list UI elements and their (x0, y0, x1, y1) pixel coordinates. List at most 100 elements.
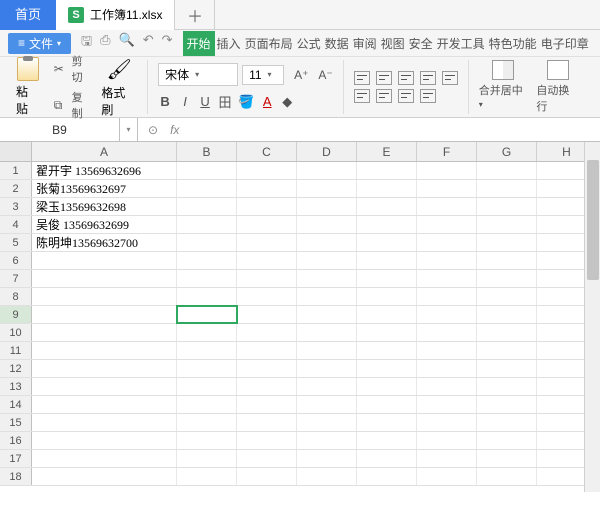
cell[interactable] (357, 216, 417, 233)
cell[interactable] (357, 234, 417, 251)
cell[interactable] (357, 270, 417, 287)
cell[interactable] (177, 378, 237, 395)
cell[interactable] (177, 342, 237, 359)
row-header[interactable]: 10 (0, 324, 32, 341)
file-menu[interactable]: ≡ 文件 ▾ (8, 33, 71, 54)
align-right-icon[interactable] (398, 89, 414, 103)
cell[interactable] (357, 468, 417, 485)
copy-button[interactable]: 复制 (54, 89, 94, 121)
cell[interactable] (32, 396, 177, 413)
cell[interactable]: 翟开宇 13569632696 (32, 162, 177, 179)
cell[interactable] (297, 396, 357, 413)
cell[interactable] (357, 162, 417, 179)
cell[interactable] (237, 270, 297, 287)
ribbon-tab-电子印章[interactable]: 电子印章 (539, 31, 591, 56)
align-center-icon[interactable] (376, 89, 392, 103)
cell[interactable] (417, 396, 477, 413)
cell[interactable] (297, 342, 357, 359)
cell[interactable] (477, 414, 537, 431)
cell[interactable] (477, 198, 537, 215)
cell[interactable] (357, 378, 417, 395)
vertical-scrollbar[interactable] (584, 142, 600, 492)
increase-font-icon[interactable]: A⁺ (294, 68, 308, 82)
cell[interactable] (477, 252, 537, 269)
insert-function-icon[interactable]: ⊙ (148, 123, 158, 137)
cell[interactable] (237, 396, 297, 413)
undo-icon[interactable]: ↶ (143, 32, 154, 54)
cell[interactable] (237, 342, 297, 359)
highlight-button[interactable]: ◆ (280, 94, 294, 110)
cell[interactable] (477, 468, 537, 485)
merge-center-button[interactable]: 合并居中▾ (479, 60, 527, 114)
cell[interactable] (32, 432, 177, 449)
row-header[interactable]: 15 (0, 414, 32, 431)
cell[interactable] (237, 306, 297, 323)
column-header[interactable]: B (177, 142, 237, 161)
cell[interactable] (297, 324, 357, 341)
cell[interactable] (177, 306, 237, 323)
cell[interactable] (477, 180, 537, 197)
row-header[interactable]: 14 (0, 396, 32, 413)
row-header[interactable]: 12 (0, 360, 32, 377)
font-name-select[interactable]: 宋体▾ (158, 63, 238, 86)
cell[interactable] (477, 378, 537, 395)
cell[interactable] (237, 234, 297, 251)
cut-button[interactable]: 剪切 (54, 53, 94, 85)
cell[interactable] (177, 414, 237, 431)
row-header[interactable]: 17 (0, 450, 32, 467)
cell[interactable] (297, 450, 357, 467)
row-header[interactable]: 6 (0, 252, 32, 269)
cell[interactable] (417, 234, 477, 251)
cell[interactable] (477, 342, 537, 359)
cell[interactable] (177, 180, 237, 197)
cell[interactable] (32, 288, 177, 305)
wrap-text-button[interactable]: 自动换行 (536, 60, 580, 114)
name-box[interactable]: B9 (0, 118, 120, 141)
row-header[interactable]: 3 (0, 198, 32, 215)
bold-button[interactable]: B (158, 94, 172, 109)
cell[interactable] (297, 270, 357, 287)
cell[interactable] (177, 450, 237, 467)
row-header[interactable]: 18 (0, 468, 32, 485)
cell[interactable] (417, 252, 477, 269)
row-header[interactable]: 13 (0, 378, 32, 395)
cell[interactable] (357, 450, 417, 467)
cell[interactable] (237, 378, 297, 395)
cell[interactable] (357, 324, 417, 341)
fill-color-button[interactable]: 🪣 (238, 94, 254, 110)
cell[interactable] (237, 162, 297, 179)
cell[interactable] (297, 378, 357, 395)
cell[interactable] (297, 468, 357, 485)
column-header[interactable]: D (297, 142, 357, 161)
column-header[interactable]: G (477, 142, 537, 161)
cell[interactable] (297, 414, 357, 431)
decrease-font-icon[interactable]: A⁻ (318, 68, 332, 82)
redo-icon[interactable]: ↷ (162, 32, 173, 54)
cell[interactable] (417, 306, 477, 323)
cell[interactable] (32, 306, 177, 323)
cell[interactable] (417, 342, 477, 359)
font-size-select[interactable]: 11▾ (242, 65, 284, 85)
cell[interactable] (417, 270, 477, 287)
cell[interactable] (417, 414, 477, 431)
cell[interactable] (237, 252, 297, 269)
cell[interactable] (32, 468, 177, 485)
cell[interactable] (417, 180, 477, 197)
cell[interactable] (177, 396, 237, 413)
align-bottom-icon[interactable] (398, 71, 414, 85)
cell[interactable] (177, 234, 237, 251)
border-button[interactable]: 田 (218, 92, 232, 111)
ribbon-tab-数据[interactable]: 数据 (323, 31, 351, 56)
cell[interactable] (477, 306, 537, 323)
cell[interactable] (357, 306, 417, 323)
row-header[interactable]: 4 (0, 216, 32, 233)
cell[interactable] (177, 288, 237, 305)
cell[interactable] (177, 324, 237, 341)
column-header[interactable]: F (417, 142, 477, 161)
cell[interactable] (297, 360, 357, 377)
paste-button[interactable]: 粘贴 (10, 55, 46, 119)
cell[interactable] (417, 360, 477, 377)
row-header[interactable]: 9 (0, 306, 32, 323)
cell[interactable]: 吴俊 13569632699 (32, 216, 177, 233)
name-box-dropdown[interactable]: ▾ (120, 118, 138, 141)
